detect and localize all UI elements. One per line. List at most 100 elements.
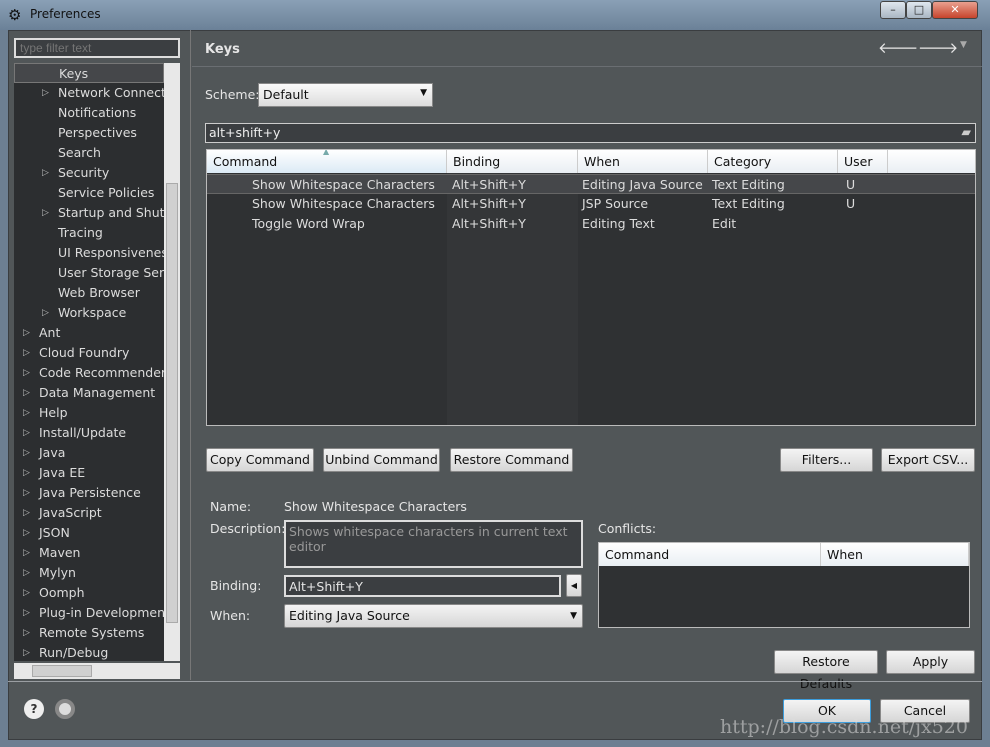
expand-arrow-icon[interactable]: ▷ [42,163,49,183]
clear-icon[interactable]: ▰ [961,124,971,139]
tree-item[interactable]: ▷ Mylyn [14,563,164,583]
tree-item[interactable]: ▷ Help [14,403,164,423]
expand-arrow-icon[interactable]: ▷ [23,483,30,503]
expand-arrow-icon[interactable]: ▷ [23,443,30,463]
arrow-left-icon[interactable]: 🡐 [878,38,918,57]
tree-item[interactable]: ▷ Plug-in Development [14,603,170,623]
apply-button[interactable]: Apply [886,650,975,674]
tree-item[interactable]: ▷ Cloud Foundry [14,343,164,363]
expand-arrow-icon[interactable]: ▷ [23,423,30,443]
tree-item[interactable]: ▷ JavaScript [14,503,164,523]
expand-arrow-icon[interactable]: ▷ [23,363,30,383]
table-row[interactable]: Show Whitespace Characters Alt+Shift+Y JSP… [207,194,975,214]
column-header-when[interactable]: When [578,150,708,173]
expand-arrow-icon[interactable]: ▷ [23,603,30,623]
table-row[interactable]: Toggle Word Wrap Alt+Shift+Y Editing Text E… [207,214,975,234]
maximize-button[interactable]: □ [906,1,932,19]
tree-item[interactable]: ▷ Workspace [14,303,164,323]
column-header-when[interactable]: When [821,543,969,566]
table-row[interactable]: Show Whitespace Characters Alt+Shift+Y Edi… [207,174,975,194]
tree-item-label: Maven [39,545,81,560]
tree-item-label: UI Responsiveness [58,245,175,260]
expand-arrow-icon[interactable]: ▷ [23,463,30,483]
tree-item[interactable]: ▷ Install/Update [14,423,164,443]
expand-arrow-icon[interactable]: ▷ [23,403,30,423]
when-value: Editing Java Source [289,608,410,623]
tree-item[interactable]: ▷ Run/Debug [14,643,164,661]
column-header-category[interactable]: Category [708,150,838,173]
tree-item[interactable]: Tracing [14,223,164,243]
description-label: Description: [210,521,286,536]
sort-ascending-icon: ▲ [323,149,330,156]
tree-item[interactable]: ▷ Security [14,163,164,183]
column-header-command[interactable]: Command [599,543,821,566]
tree-item[interactable]: UI Responsiveness [14,243,174,263]
tree-item[interactable]: ▷ Maven [14,543,164,563]
tree-item[interactable]: Perspectives [14,123,164,143]
tree-item[interactable]: ▷ Remote Systems [14,623,164,643]
tree-item[interactable]: ▷ Java Persistence [14,483,164,503]
expand-arrow-icon[interactable]: ▷ [23,583,30,603]
filter-input[interactable] [14,38,180,58]
expand-arrow-icon[interactable]: ▷ [42,303,49,323]
tree-item[interactable]: Service Policies [14,183,164,203]
window-title: Preferences [30,7,101,21]
expand-arrow-icon[interactable]: ▷ [23,623,30,643]
scrollbar-thumb[interactable] [166,183,178,623]
table-cell: JSP Source [582,196,649,211]
expand-arrow-icon[interactable]: ▷ [23,523,30,543]
unbind-command-button[interactable]: Unbind Command [323,448,440,472]
view-menu-icon[interactable]: ▼ [960,40,967,50]
tree-item[interactable]: ▷ Java EE [14,463,164,483]
filters-button[interactable]: Filters... [780,448,873,472]
help-icon[interactable]: ? [24,699,44,719]
expand-arrow-icon[interactable]: ▷ [23,383,30,403]
tree-item-label: Startup and Shutdown [58,205,180,220]
tree-item[interactable]: User Storage Service [14,263,180,283]
tree-item-label: Java EE [39,465,86,480]
tree-item[interactable]: ▷ Ant [14,323,164,343]
tree-item[interactable]: ▷ JSON [14,523,164,543]
minimize-button[interactable]: – [880,1,906,19]
scrollbar-thumb[interactable] [32,665,92,677]
expand-arrow-icon[interactable]: ▷ [23,323,30,343]
column-header-binding[interactable]: Binding [447,150,578,173]
binding-menu-button[interactable]: ◀ [566,574,582,597]
chevron-down-icon: ▼ [570,611,577,621]
column-header-user[interactable]: User [838,150,888,173]
tree-item[interactable]: Web Browser [14,283,164,303]
tree-horizontal-scrollbar[interactable] [14,663,180,679]
tree-item[interactable]: ▷ Startup and Shutdown [14,203,180,223]
expand-arrow-icon[interactable]: ▷ [23,343,30,363]
close-button[interactable]: ✕ [932,1,978,19]
export-csv-button[interactable]: Export CSV... [881,448,975,472]
expand-arrow-icon[interactable]: ▷ [23,543,30,563]
tree-item[interactable]: ▷ Code Recommenders [14,363,173,383]
restore-command-button[interactable]: Restore Command [450,448,573,472]
when-label: When: [210,608,251,623]
tree-item-label: Run/Debug [39,645,109,660]
record-icon[interactable] [55,699,75,719]
expand-arrow-icon[interactable]: ▷ [23,643,30,661]
tree-item[interactable]: Notifications [14,103,164,123]
tree-item-label: Perspectives [58,125,137,140]
binding-field[interactable]: Alt+Shift+Y [284,575,561,597]
restore-defaults-button[interactable]: Restore Defaults [774,650,878,691]
expand-arrow-icon[interactable]: ▷ [42,203,49,223]
table-cell: Show Whitespace Characters [252,177,435,192]
arrow-right-icon[interactable]: 🡒 [918,38,958,57]
tree-item[interactable]: Keys [14,63,164,83]
copy-command-button[interactable]: Copy Command [206,448,314,472]
expand-arrow-icon[interactable]: ▷ [23,503,30,523]
tree-item[interactable]: ▷ Oomph [14,583,164,603]
scheme-select[interactable]: Default ▼ [258,83,433,107]
tree-item[interactable]: ▷ Network Connections [14,83,180,103]
tree-item[interactable]: ▷ Java [14,443,164,463]
tree-item[interactable]: Search [14,143,164,163]
expand-arrow-icon[interactable]: ▷ [42,83,49,103]
tree-item[interactable]: ▷ Data Management [14,383,164,403]
tree-vertical-scrollbar[interactable] [164,63,180,661]
when-select[interactable]: Editing Java Source ▼ [284,604,583,628]
expand-arrow-icon[interactable]: ▷ [23,563,30,583]
keys-search-input[interactable]: alt+shift+y ▰ [205,123,976,143]
